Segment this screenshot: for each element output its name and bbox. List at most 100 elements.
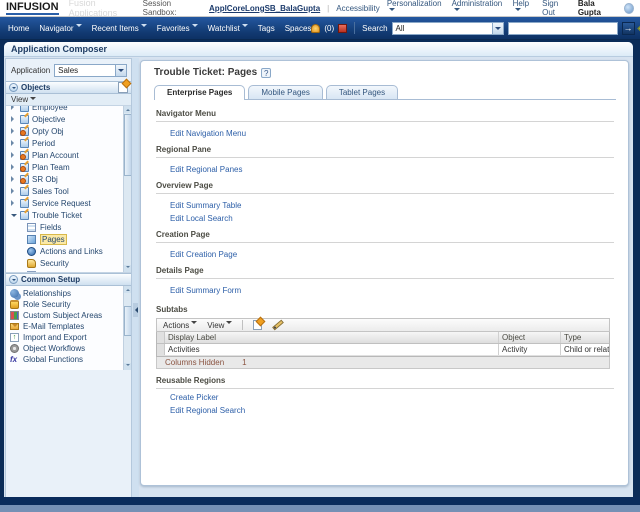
tree-item[interactable]: Plan Team <box>9 161 131 173</box>
chevron-down-icon[interactable] <box>492 23 503 34</box>
page-tabs: Enterprise Pages Mobile Pages Tablet Pag… <box>154 84 616 100</box>
view-menu-button[interactable]: View <box>11 95 28 104</box>
tab-tablet-pages[interactable]: Tablet Pages <box>326 85 398 99</box>
tree-item[interactable]: Period <box>9 137 131 149</box>
table-row[interactable]: Activities Activity Child or related obj… <box>157 344 609 356</box>
help-icon[interactable]: ? <box>261 68 271 78</box>
tree-child-item[interactable]: {}Server Scripts <box>9 269 131 273</box>
scroll-down-button[interactable] <box>124 265 131 272</box>
nav-recent-items-menu[interactable]: Recent Items <box>92 24 147 33</box>
expand-arrow-icon[interactable] <box>11 188 17 194</box>
tree-scrollbar[interactable] <box>123 106 131 272</box>
nav-watchlist-menu[interactable]: Watchlist <box>208 24 248 33</box>
section-creation-page: Creation Page Edit Creation Page <box>156 230 614 259</box>
tree-item[interactable]: Service Request <box>9 197 131 209</box>
nav-spaces[interactable]: Spaces <box>285 24 312 33</box>
nav-tags[interactable]: Tags <box>258 24 275 33</box>
common-setup-section-header[interactable]: Common Setup <box>6 273 131 286</box>
list-item[interactable]: Relationships <box>10 288 131 299</box>
scroll-down-button[interactable] <box>124 363 131 370</box>
expand-arrow-icon[interactable] <box>11 152 17 158</box>
actions-menu-button[interactable]: Actions <box>163 321 197 330</box>
nav-favorites-menu[interactable]: Favorites <box>157 24 198 33</box>
common-setup-list: Relationships Role Security Custom Subje… <box>6 286 131 370</box>
scrollbar-thumb[interactable] <box>124 306 131 336</box>
tree-item[interactable]: Plan Account <box>9 149 131 161</box>
list-item[interactable]: Role Security <box>10 299 131 310</box>
main-navbar: Home Navigator Recent Items Favorites Wa… <box>0 17 640 40</box>
administration-menu[interactable]: Administration <box>452 0 506 17</box>
tree-item[interactable]: Objective <box>9 113 131 125</box>
main-title: Trouble Ticket: Pages <box>154 67 257 78</box>
objects-section-header[interactable]: Objects <box>6 81 131 94</box>
collapse-arrow-icon[interactable] <box>11 214 17 220</box>
view-menu-button[interactable]: View <box>207 321 232 330</box>
accessibility-link[interactable]: Accessibility <box>336 4 380 13</box>
splitter-collapse-handle[interactable] <box>133 303 138 317</box>
tree-item[interactable]: Opty Obj <box>9 125 131 137</box>
session-sandbox-link[interactable]: ApplCoreLongSB_BalaGupta <box>209 4 320 13</box>
tree-item[interactable]: SR Obj <box>9 173 131 185</box>
collapse-disclosure-icon[interactable] <box>9 83 18 92</box>
expand-arrow-icon[interactable] <box>11 128 17 134</box>
edit-local-search-link[interactable]: Edit Local Search <box>170 214 614 223</box>
chevron-down-icon[interactable] <box>115 65 126 76</box>
list-item[interactable]: fxGlobal Functions <box>10 354 131 365</box>
global-search-input[interactable] <box>508 22 618 35</box>
nav-home[interactable]: Home <box>8 24 29 33</box>
personalization-menu[interactable]: Personalization <box>387 0 445 17</box>
panel-splitter[interactable] <box>132 58 139 497</box>
help-menu[interactable]: Help <box>513 0 536 17</box>
column-header-object[interactable]: Object <box>499 332 561 343</box>
sign-out-link[interactable]: Sign Out <box>542 0 571 17</box>
tree-child-item-selected[interactable]: Pages <box>9 233 131 245</box>
notifications-bell-icon[interactable] <box>311 24 320 33</box>
application-select[interactable]: Sales <box>54 64 127 77</box>
expand-arrow-icon[interactable] <box>11 140 17 146</box>
search-go-button[interactable]: → <box>622 22 635 35</box>
list-item[interactable]: ↑Import and Export <box>10 332 131 343</box>
global-functions-icon: fx <box>10 355 19 364</box>
edit-navigation-menu-link[interactable]: Edit Navigation Menu <box>170 129 614 138</box>
edit-creation-page-link[interactable]: Edit Creation Page <box>170 250 614 259</box>
edit-summary-table-link[interactable]: Edit Summary Table <box>170 201 614 210</box>
nav-navigator-menu[interactable]: Navigator <box>39 24 81 33</box>
search-scope-select[interactable]: All <box>392 22 504 35</box>
edit-regional-panes-link[interactable]: Edit Regional Panes <box>170 165 614 174</box>
expand-arrow-icon[interactable] <box>11 176 17 182</box>
expand-arrow-icon[interactable] <box>11 164 17 170</box>
list-item[interactable]: E-Mail Templates <box>10 321 131 332</box>
tree-child-item[interactable]: Actions and Links <box>9 245 131 257</box>
tree-item-expanded[interactable]: Trouble Ticket <box>9 209 131 221</box>
new-object-icon[interactable] <box>118 82 128 93</box>
list-item[interactable]: Custom Subject Areas <box>10 310 131 321</box>
reports-icon[interactable] <box>338 24 347 33</box>
chevron-down-icon <box>76 24 82 30</box>
create-picker-link[interactable]: Create Picker <box>170 393 614 402</box>
tree-child-item[interactable]: Fields <box>9 221 131 233</box>
scroll-up-button[interactable] <box>124 106 131 113</box>
column-header-type[interactable]: Type <box>561 332 609 343</box>
edit-summary-form-link[interactable]: Edit Summary Form <box>170 286 614 295</box>
custom-object-icon <box>20 163 29 172</box>
tab-mobile-pages[interactable]: Mobile Pages <box>248 85 322 99</box>
common-setup-scrollbar[interactable] <box>123 286 131 370</box>
sidebar: Application Sales Objects View Employee … <box>5 58 132 497</box>
edit-regional-search-link[interactable]: Edit Regional Search <box>170 406 614 415</box>
tree-child-item[interactable]: Security <box>9 257 131 269</box>
list-item[interactable]: Object Workflows <box>10 343 131 354</box>
edit-pencil-icon[interactable] <box>273 320 285 331</box>
column-header-display-label[interactable]: Display Label <box>165 332 499 343</box>
tree-item[interactable]: Sales Tool <box>9 185 131 197</box>
chevron-down-icon <box>389 8 395 14</box>
expand-arrow-icon[interactable] <box>11 200 17 206</box>
expand-arrow-icon[interactable] <box>11 106 17 110</box>
chevron-down-icon <box>454 8 460 14</box>
create-subtab-icon[interactable] <box>253 320 262 330</box>
scroll-up-button[interactable] <box>124 286 131 293</box>
tab-enterprise-pages[interactable]: Enterprise Pages <box>154 85 245 100</box>
expand-arrow-icon[interactable] <box>11 116 17 122</box>
scrollbar-thumb[interactable] <box>124 114 131 176</box>
section-overview-page: Overview Page Edit Summary Table Edit Lo… <box>156 181 614 223</box>
collapse-disclosure-icon[interactable] <box>9 275 18 284</box>
